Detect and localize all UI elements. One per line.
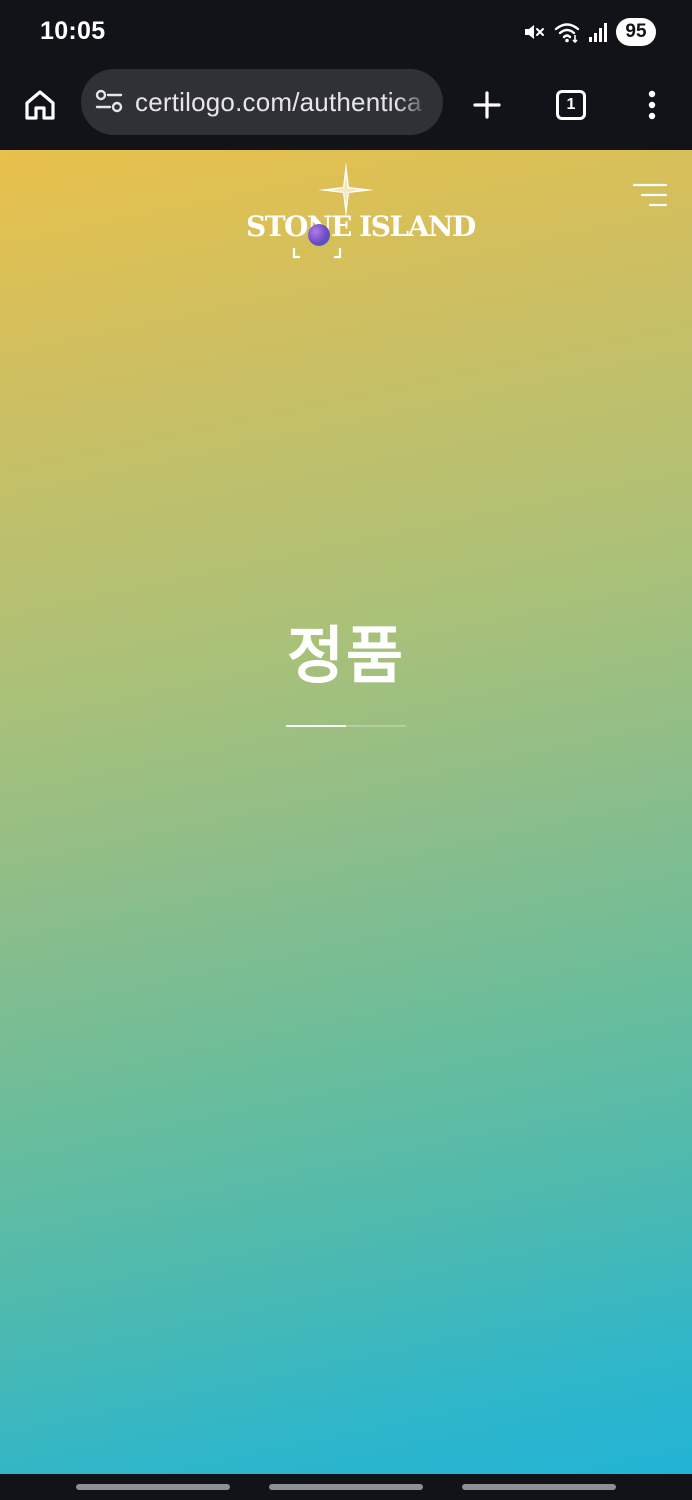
status-time: 10:05 [40,17,106,45]
browser-toolbar: certilogo.com/authentica 1 [0,64,692,214]
hero-title: 정품 [286,622,406,691]
new-tab-button[interactable] [459,77,515,133]
status-bar: 10:05 95 [0,0,692,64]
logo-text: STONE ISLAND [246,210,476,243]
menu-icon[interactable] [632,182,668,208]
battery-badge: 95 [616,18,656,46]
address-bar[interactable]: certilogo.com/authentica [81,69,443,135]
web-page: STONE ISLAND 정품 [0,150,692,1474]
mute-icon [525,25,544,39]
wifi-icon [554,23,580,44]
tab-switcher-icon: 1 [556,90,586,120]
more-options-button[interactable] [624,77,680,133]
nav-handle-left[interactable] [76,1484,230,1490]
status-icons: 95 [522,16,656,48]
nav-handle-right[interactable] [462,1484,616,1490]
site-settings-icon[interactable] [93,85,125,117]
nav-handle-center[interactable] [269,1484,423,1490]
home-icon [25,90,55,120]
tab-switcher-button[interactable]: 1 [543,77,599,133]
url-text[interactable]: certilogo.com/authentica [135,87,431,118]
signal-icon [589,23,607,42]
scan-frame-icon [292,248,342,259]
home-button[interactable] [12,77,68,133]
navigation-bar [0,1474,692,1500]
hero-underline [286,725,406,727]
stone-island-logo[interactable]: STONE ISLAND [246,160,476,270]
new-tab-icon [473,91,501,119]
more-options-icon [648,90,656,120]
